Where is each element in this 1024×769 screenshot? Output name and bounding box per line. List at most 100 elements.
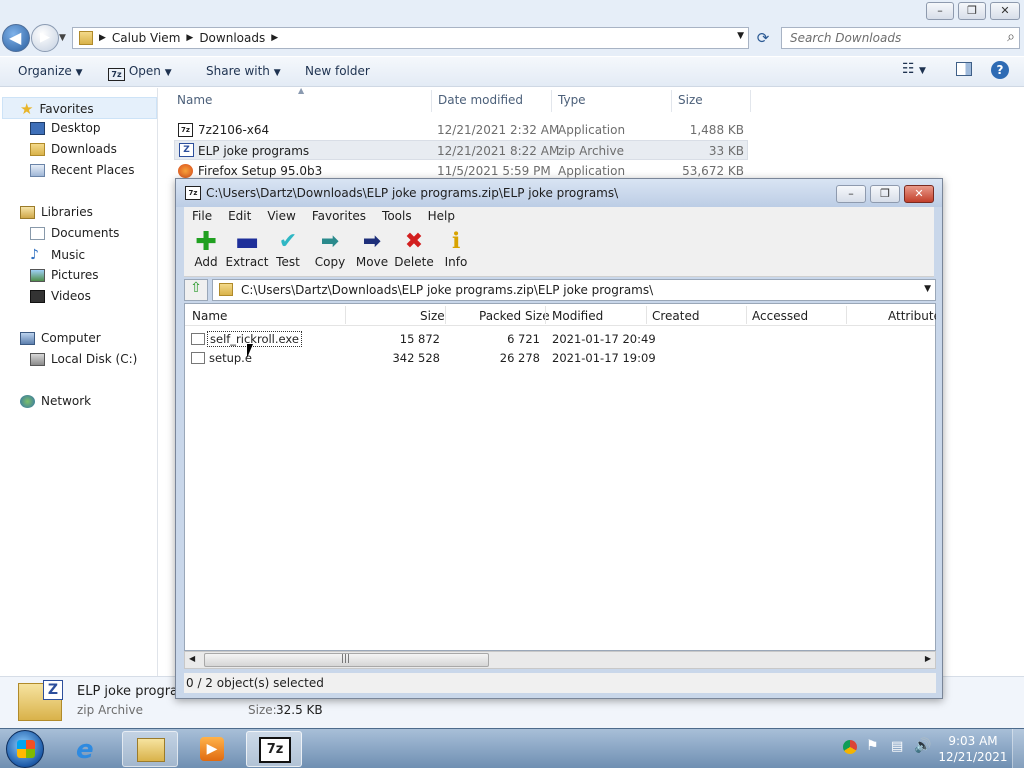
close-button[interactable]: ✕ [904,185,934,203]
move-button[interactable]: ➡ Move [350,229,394,275]
nav-local-disk[interactable]: Local Disk (C:) [30,352,137,366]
column-packed-size[interactable]: Packed Size [479,309,550,323]
file-row[interactable]: 7z 7z2106-x64 12/21/2021 2:32 AM Applica… [174,120,748,140]
menu-tools[interactable]: Tools [374,207,420,227]
column-name[interactable]: Name [177,93,212,107]
command-bar: Organize ▼ 7z Open ▼ Share with ▼ New fo… [0,57,1024,87]
sort-indicator-icon: ▲ [298,86,305,95]
plus-icon: ✚ [195,227,217,257]
column-size[interactable]: Size [420,309,445,323]
info-button[interactable]: ℹ Info [434,229,478,275]
refresh-icon[interactable]: ⟳ [753,29,773,49]
minimize-button[interactable]: – [926,2,954,20]
nav-music[interactable]: ♪ Music [30,247,85,263]
close-button[interactable]: ✕ [990,2,1020,20]
path-dropdown-icon[interactable]: ▼ [924,284,931,294]
back-button[interactable]: ◀ [2,24,30,52]
path-combobox[interactable]: C:\Users\Dartz\Downloads\ELP joke progra… [212,279,936,301]
forward-button[interactable]: ▶ [31,24,59,52]
address-dropdown-icon[interactable]: ▼ [737,31,744,41]
column-accessed[interactable]: Accessed [752,309,808,323]
menu-view[interactable]: View [259,207,303,227]
nav-network[interactable]: Network [20,394,91,408]
scroll-right-icon[interactable]: ▶ [925,654,931,663]
details-type: zip Archive [77,703,143,717]
taskbar-7zip[interactable]: 7z [246,731,302,767]
sevenzip-title: C:\Users\Dartz\Downloads\ELP joke progra… [206,186,619,200]
volume-icon[interactable]: 🔊 [914,738,931,754]
column-name[interactable]: Name [192,309,227,323]
menu-edit[interactable]: Edit [220,207,259,227]
archive-row[interactable]: self_rickroll.exe 15 872 6 721 2021-01-1… [185,330,935,348]
file-row-selected[interactable]: Z ELP joke programs 12/21/2021 8:22 AM z… [174,140,748,160]
file-type: zip Archive [558,144,624,158]
nav-libraries[interactable]: Libraries [20,205,93,219]
test-button[interactable]: ✔ Test [266,229,310,275]
new-folder-button[interactable]: New folder [305,64,370,78]
taskbar-ie[interactable]: e [62,731,118,767]
horizontal-scrollbar[interactable]: ◀ ||| ▶ [184,651,936,669]
minimize-button[interactable]: – [836,185,866,203]
preview-pane-icon[interactable] [956,62,972,76]
clock-time: 9:03 AM [948,734,998,748]
show-desktop-button[interactable] [1012,729,1024,769]
breadcrumb-user[interactable]: Calub Viem [112,31,180,45]
nav-computer[interactable]: Computer [20,331,101,345]
nav-recent-places[interactable]: Recent Places [30,163,134,177]
file-name: ELP joke programs [198,144,310,158]
maximize-button[interactable]: ❐ [958,2,986,20]
file-type: Application [558,164,626,178]
nav-downloads[interactable]: Downloads [30,142,117,156]
column-attributes[interactable]: Attributes [888,309,936,323]
extract-button[interactable]: ▬ Extract [224,229,270,275]
breadcrumb-downloads[interactable]: Downloads [199,31,265,45]
taskbar-explorer[interactable] [122,731,178,767]
file-modified: 2021-01-17 20:49 [552,332,656,346]
copy-button[interactable]: ➡ Copy [308,229,352,275]
delete-button[interactable]: ✖ Delete [392,229,436,275]
menu-help[interactable]: Help [420,207,463,227]
recent-pages-dropdown[interactable]: ▼ [59,33,66,43]
windows-logo-icon [17,740,35,758]
scroll-left-icon[interactable]: ◀ [189,654,195,663]
open-button[interactable]: 7z Open ▼ [108,64,172,81]
address-bar[interactable]: ▶ Calub Viem ▶ Downloads ▶ ▼ [72,27,749,49]
nav-desktop[interactable]: Desktop [30,121,101,135]
sevenzip-titlebar[interactable]: 7z C:\Users\Dartz\Downloads\ELP joke pro… [176,179,942,207]
desktop-icon [30,121,45,135]
column-date-modified[interactable]: Date modified [438,93,523,107]
clock[interactable]: 9:03 AM 12/21/2021 [938,733,1008,765]
clock-date: 12/21/2021 [938,750,1008,764]
nav-pictures[interactable]: Pictures [30,268,99,282]
start-button[interactable] [6,730,44,768]
column-created[interactable]: Created [652,309,700,323]
nav-documents[interactable]: Documents [30,226,119,240]
archive-row[interactable]: setup.e 342 528 26 278 2021-01-17 19:09 [185,349,935,367]
file-date: 12/21/2021 8:22 AM [437,144,560,158]
search-input[interactable]: Search Downloads ⌕ [781,27,1020,49]
music-icon: ♪ [30,247,39,263]
scrollbar-thumb[interactable]: ||| [204,653,489,667]
help-icon[interactable]: ? [991,61,1009,79]
taskbar-media-player[interactable]: ▶ [184,731,240,767]
column-type[interactable]: Type [558,93,586,107]
column-modified[interactable]: Modified [552,309,603,323]
parent-folder-button[interactable]: ⇧ [184,279,208,301]
action-center-flag-icon[interactable]: ⚑ [866,738,879,754]
organize-button[interactable]: Organize ▼ [18,64,83,78]
nav-videos[interactable]: Videos [30,289,91,303]
nav-favorites[interactable]: ★ Favorites [20,100,94,118]
menu-favorites[interactable]: Favorites [304,207,374,227]
menu-file[interactable]: File [184,207,220,227]
network-tray-icon[interactable]: ▤ [891,739,903,754]
firefox-icon [178,164,193,178]
view-options-icon[interactable]: ☷ ▼ [902,61,926,77]
share-with-button[interactable]: Share with ▼ [206,64,281,78]
chrome-tray-icon[interactable] [843,740,857,754]
folder-icon [137,738,165,762]
column-size[interactable]: Size [678,93,703,107]
zip-folder-icon: Z [18,680,63,721]
maximize-button[interactable]: ❐ [870,185,900,203]
internet-explorer-icon: e [76,735,94,765]
add-button[interactable]: ✚ Add [184,229,228,275]
